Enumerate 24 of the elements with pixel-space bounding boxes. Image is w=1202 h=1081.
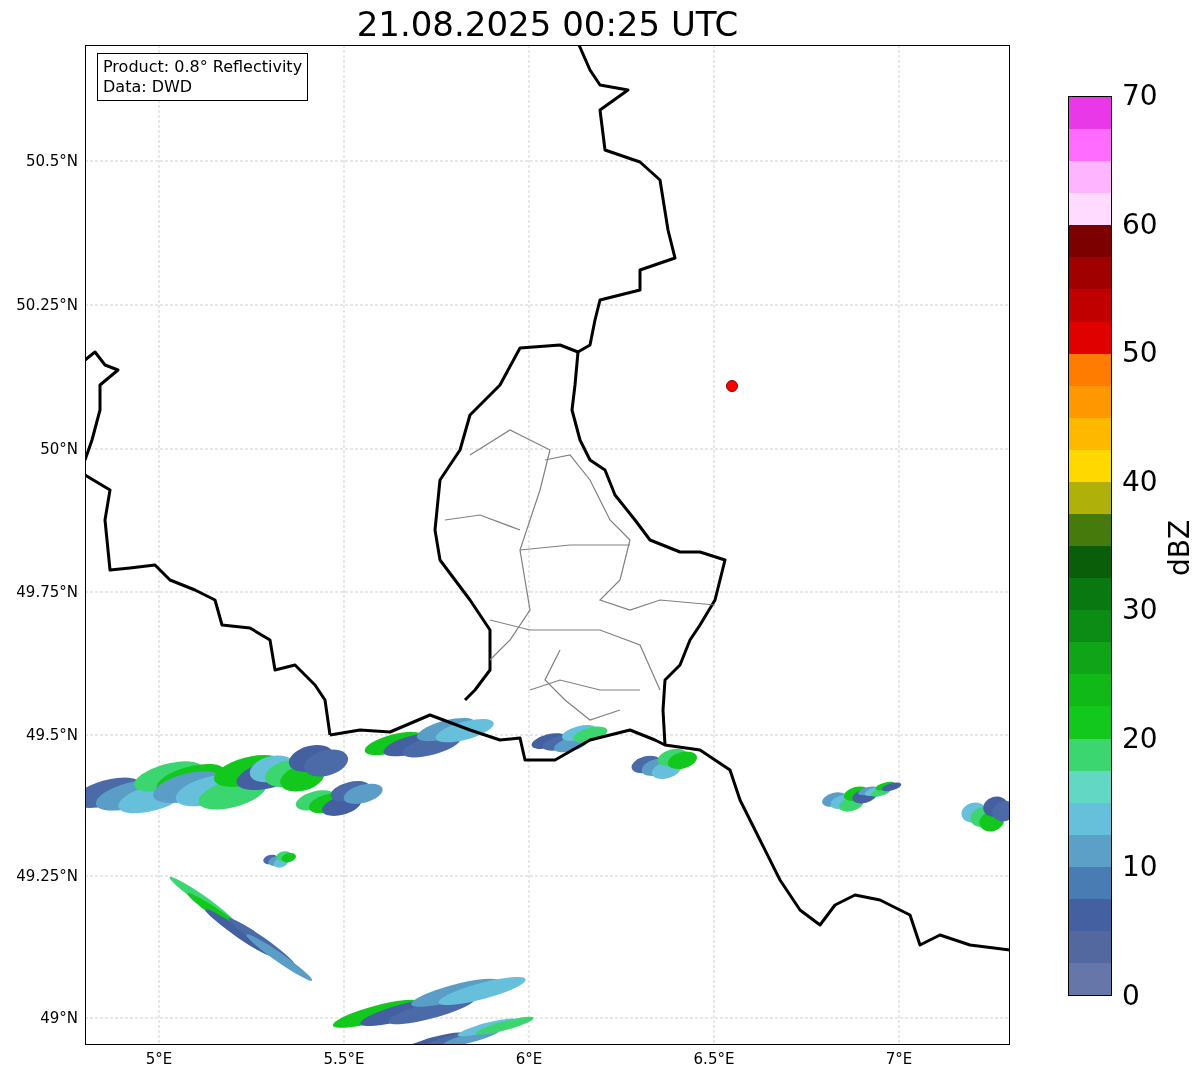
axis-tick-label: 49°N (40, 1009, 78, 1027)
info-text: Data: DWD (103, 77, 194, 97)
colorbar-tick-label: 70 (1122, 80, 1158, 112)
chart-title: 21.08.2025 00:25 UTC (355, 4, 740, 44)
axis-tick-label: 49.75°N (16, 583, 78, 601)
axis-tick-label: 5.5°E (322, 1050, 366, 1068)
axis-tick-label: 7°E (884, 1050, 914, 1068)
axis-tick-label: 50.25°N (16, 296, 78, 314)
colorbar-tick-label: 30 (1122, 594, 1158, 627)
colorbar-tick-label: 40 (1122, 465, 1158, 498)
axis-tick-label: 6°E (514, 1050, 544, 1068)
colorbar-tick-label: 10 (1122, 851, 1158, 884)
axis-tick-label: 50°N (40, 440, 78, 458)
axis-tick-label: 50.5°N (25, 152, 78, 170)
axis-tick-label: 6.5°E (692, 1050, 736, 1068)
axis-tick-label: 49.25°N (16, 867, 78, 885)
axis-tick-label: 49.5°N (25, 726, 78, 744)
colorbar-label: dBZ (1162, 518, 1197, 578)
info-text: Product: 0.8° Reflectivity (103, 57, 303, 77)
colorbar-tick-label: 20 (1122, 722, 1158, 755)
colorbar-tick-label: 50 (1122, 337, 1158, 370)
colorbar-tick-label: 0 (1122, 980, 1140, 1012)
colorbar-tick-label: 60 (1122, 208, 1158, 241)
axis-tick-label: 5°E (144, 1050, 174, 1068)
